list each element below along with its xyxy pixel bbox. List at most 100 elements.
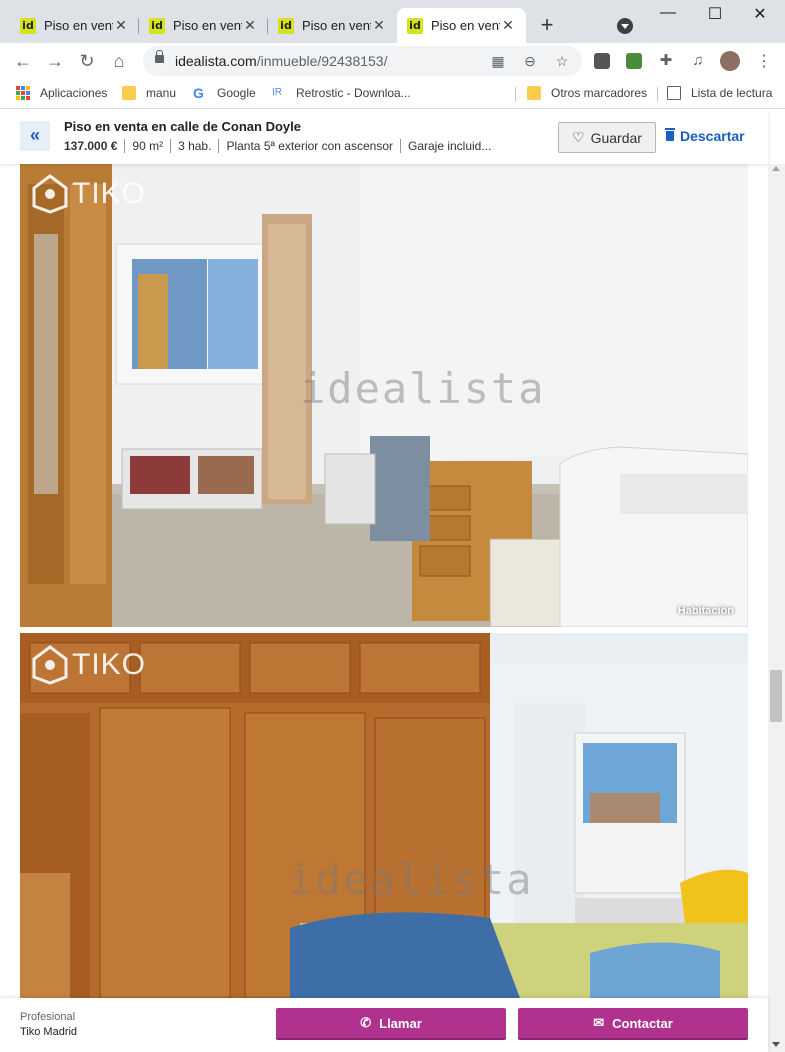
browser-tab[interactable]: id Piso en venta ✕ (268, 8, 397, 43)
browser-tab[interactable]: id Piso en venta ✕ (139, 8, 268, 43)
tiko-house-icon (32, 645, 68, 685)
profile-avatar[interactable] (720, 51, 740, 71)
tab-title: Piso en venta (431, 18, 500, 33)
photo-caption: Habitación (677, 605, 734, 617)
maximize-button[interactable]: ☐ (703, 4, 727, 24)
save-button[interactable]: ♡ Guardar (558, 122, 656, 153)
reload-icon[interactable]: ↻ (75, 49, 99, 73)
call-button[interactable]: ✆ Llamar (276, 1008, 506, 1040)
extension-icon[interactable] (594, 53, 610, 69)
qr-code-icon[interactable]: ▦ (488, 51, 508, 71)
bookmark-label: Retrostic - Downloa... (296, 86, 411, 100)
back-chevron-icon[interactable]: « (20, 121, 50, 151)
url-host: idealista.com (175, 53, 257, 69)
idealista-watermark: idealista (300, 364, 546, 413)
advertiser-name: Tiko Madrid (20, 1026, 78, 1038)
bookmark-reading-list[interactable]: Lista de lectura (667, 86, 772, 100)
close-tab-icon[interactable]: ✕ (371, 17, 387, 34)
save-label: Guardar (590, 129, 642, 146)
chat-bubble-icon: ✉ (593, 1015, 605, 1030)
retrostic-icon: IR (272, 87, 282, 98)
contact-bar: Profesional Tiko Madrid ✆ Llamar ✉ Conta… (0, 998, 768, 1052)
menu-kebab-icon[interactable]: ⋮ (756, 51, 772, 71)
page-content: « Piso en venta en calle de Conan Doyle … (0, 110, 785, 1052)
folder-icon (527, 86, 541, 100)
bookmark-label: Lista de lectura (691, 86, 773, 100)
apps-grid-icon (16, 86, 30, 100)
close-tab-icon[interactable]: ✕ (242, 17, 258, 34)
browser-toolbar: ← → ↻ ⌂ idealista.com/inmueble/92438153/… (0, 43, 785, 79)
tiko-logo: TIKO (32, 174, 146, 214)
feature-area: 90 m² (124, 139, 170, 153)
tab-title: Piso en venta (44, 18, 113, 33)
listing-photo[interactable]: TIKO idealista Habitación (20, 164, 748, 627)
browser-tab-active[interactable]: id Piso en venta ✕ (397, 8, 526, 43)
home-icon[interactable]: ⌂ (107, 49, 131, 73)
forward-arrow-icon[interactable]: → (43, 49, 67, 73)
extensions-puzzle-icon[interactable]: ✚ (654, 49, 678, 73)
master-bedroom-photo-image (20, 633, 748, 998)
listing-price: 137.000 € (64, 139, 118, 153)
bookmark-apps[interactable]: Aplicaciones (16, 86, 107, 100)
bookmark-separator (515, 87, 516, 101)
tab-title: Piso en venta (173, 18, 242, 33)
scroll-down-arrow-icon[interactable] (772, 1042, 780, 1047)
tiko-brand-text: TIKO (72, 177, 147, 210)
bookmark-other[interactable]: Otros marcadores (527, 86, 647, 100)
call-label: Llamar (379, 1015, 422, 1031)
browser-tab[interactable]: id Piso en venta ✕ (10, 8, 139, 43)
feature-garage: Garaje incluid... (399, 139, 498, 153)
idealista-favicon-icon: id (20, 17, 36, 34)
tiko-house-icon (32, 174, 68, 214)
bookmark-label: Otros marcadores (551, 86, 648, 100)
discard-label: Descartar (680, 128, 745, 144)
discard-button[interactable]: Descartar (665, 128, 745, 144)
advertiser-type: Profesional (20, 1011, 76, 1023)
address-bar[interactable]: idealista.com/inmueble/92438153/ ▦ ⊖ ☆ (143, 46, 582, 76)
back-arrow-icon[interactable]: ← (11, 49, 35, 73)
minimize-button[interactable]: — (656, 4, 680, 22)
listing-sticky-header: « Piso en venta en calle de Conan Doyle … (0, 110, 768, 164)
contact-button[interactable]: ✉ Contactar (518, 1008, 748, 1040)
scrollbar-track[interactable] (768, 164, 785, 1052)
scroll-up-arrow-icon[interactable] (772, 166, 780, 171)
bookmark-label: Aplicaciones (40, 86, 108, 100)
zoom-out-icon[interactable]: ⊖ (520, 51, 540, 71)
feature-rooms: 3 hab. (170, 139, 218, 153)
idealista-watermark: idealista (288, 855, 534, 904)
google-icon: G (193, 85, 204, 101)
feature-floor: Planta 5ª exterior con ascensor (218, 139, 400, 153)
media-control-icon[interactable]: ♫ (686, 49, 710, 73)
bookmark-retrostic[interactable]: IR Retrostic - Downloa... (272, 86, 411, 100)
bookmark-label: Google (217, 86, 256, 100)
close-tab-icon[interactable]: ✕ (500, 17, 516, 34)
tab-search-icon[interactable] (617, 18, 633, 34)
listing-title: Piso en venta en calle de Conan Doyle (64, 119, 301, 134)
close-tab-icon[interactable]: ✕ (113, 17, 129, 34)
bookmark-manu[interactable]: manu (122, 86, 176, 100)
bookmarks-bar: Aplicaciones manu G Google IR Retrostic … (0, 79, 785, 109)
listing-features: 137.000 € 90 m² 3 hab. Planta 5ª exterio… (64, 139, 498, 153)
phone-icon: ✆ (360, 1015, 372, 1030)
contact-label: Contactar (612, 1015, 673, 1031)
idealista-favicon-icon: id (407, 17, 423, 34)
trash-icon (665, 128, 675, 141)
folder-icon (122, 86, 136, 100)
new-tab-button[interactable]: + (536, 14, 558, 36)
url-text[interactable]: idealista.com/inmueble/92438153/ (175, 53, 387, 69)
bookmark-label: manu (146, 86, 177, 100)
listing-photo[interactable]: TIKO idealista (20, 633, 748, 998)
idealista-favicon-icon: id (278, 17, 294, 34)
idealista-favicon-icon: id (149, 17, 165, 34)
scrollbar-thumb[interactable] (770, 670, 782, 722)
reading-list-icon (667, 86, 681, 100)
close-window-button[interactable]: ✕ (748, 4, 772, 24)
bookmark-google[interactable]: G Google (193, 86, 256, 100)
bookmark-separator (657, 87, 658, 101)
tiko-logo: TIKO (32, 645, 146, 685)
extension-icon[interactable] (626, 53, 642, 69)
lock-icon[interactable] (155, 50, 164, 63)
heart-icon: ♡ (572, 129, 585, 145)
bookmark-star-icon[interactable]: ☆ (552, 51, 572, 71)
tab-strip: id Piso en venta ✕ id Piso en venta ✕ id… (0, 0, 785, 43)
